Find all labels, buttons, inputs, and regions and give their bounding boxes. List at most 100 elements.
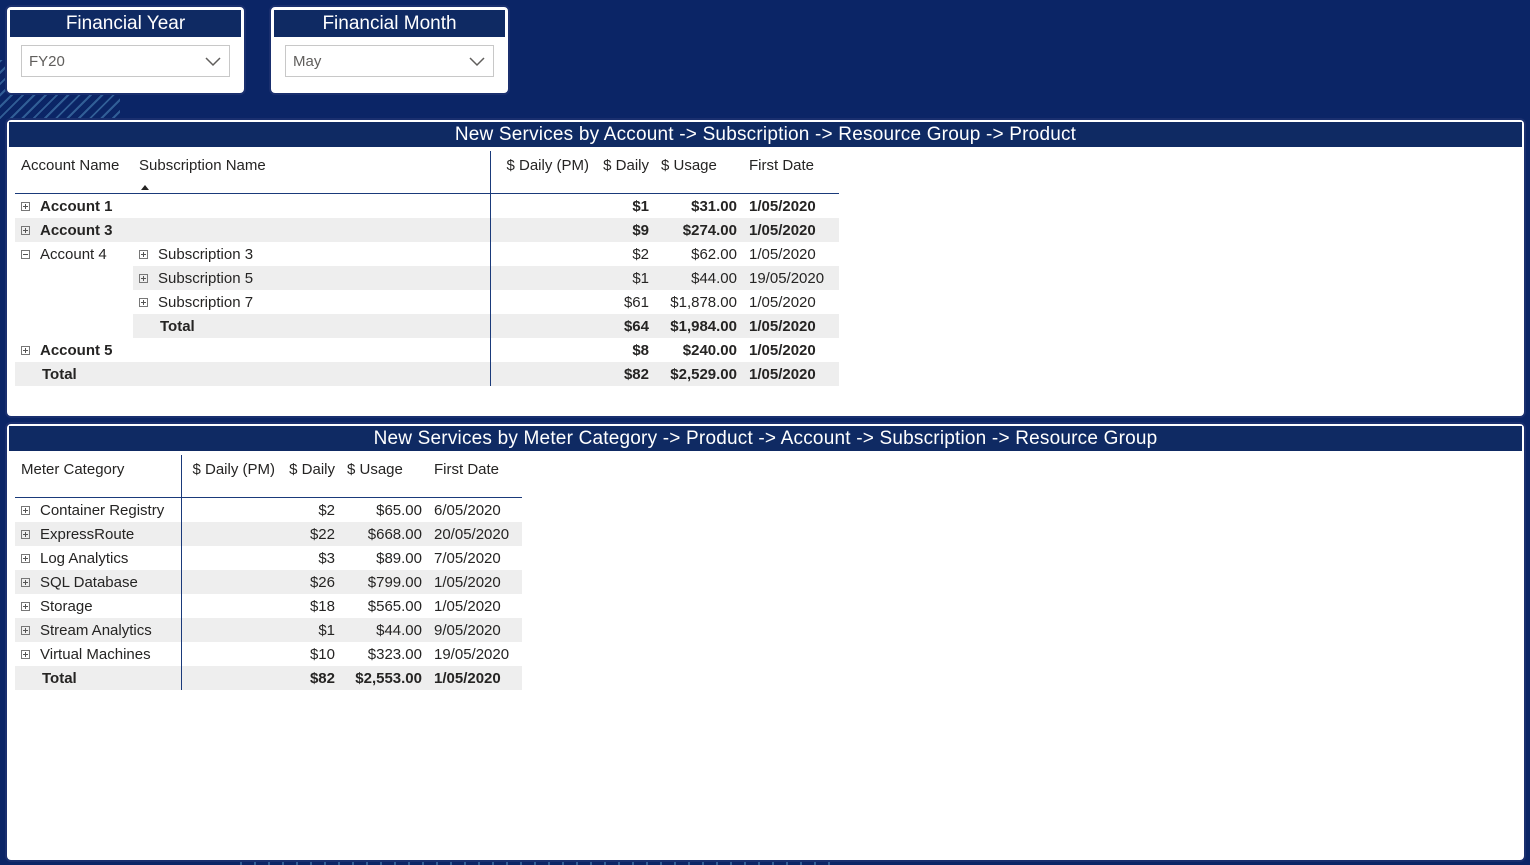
expand-icon[interactable] bbox=[21, 202, 30, 212]
expand-icon[interactable] bbox=[139, 298, 148, 308]
first-date-cell: 7/05/2020 bbox=[434, 549, 501, 567]
daily-pm-cell bbox=[181, 618, 281, 642]
usage-cell: $668.00 bbox=[341, 522, 428, 546]
usage-cell: $565.00 bbox=[367, 597, 422, 615]
subscription-cell bbox=[133, 338, 491, 362]
daily-cell: $8 bbox=[632, 341, 649, 359]
expand-icon[interactable] bbox=[139, 250, 148, 260]
expand-icon[interactable] bbox=[21, 554, 30, 564]
daily-pm-cell bbox=[490, 290, 595, 314]
financial-year-slicer: Financial Year FY20 bbox=[5, 5, 246, 95]
meter-category-matrix-table: Meter Category $ Daily (PM) $ Daily $ Us… bbox=[15, 455, 522, 690]
column-header[interactable]: $ Daily bbox=[595, 151, 655, 194]
daily-pm-cell bbox=[181, 666, 281, 690]
daily-cell: $1 bbox=[595, 266, 655, 290]
account-cell: Total bbox=[15, 362, 133, 386]
first-date-cell: 1/05/2020 bbox=[749, 245, 816, 263]
first-date-cell: 1/05/2020 bbox=[743, 218, 839, 242]
column-header[interactable]: $ Daily (PM) bbox=[181, 455, 281, 498]
meter-category-cell: SQL Database bbox=[15, 570, 182, 594]
meter-category-cell: Log Analytics bbox=[15, 546, 182, 570]
column-header[interactable]: Subscription Name bbox=[133, 151, 491, 194]
usage-cell: $44.00 bbox=[341, 618, 428, 642]
table-row: Virtual Machines $10 $323.00 19/05/2020 bbox=[15, 642, 522, 666]
column-header[interactable]: First Date bbox=[428, 455, 522, 498]
expand-icon[interactable] bbox=[21, 506, 30, 516]
expand-icon[interactable] bbox=[21, 346, 30, 356]
account-cell: Account 4 bbox=[15, 242, 133, 266]
table-total-row: Total $82 $2,553.00 1/05/2020 bbox=[15, 666, 522, 690]
usage-cell: $44.00 bbox=[655, 266, 743, 290]
daily-cell: $26 bbox=[281, 570, 341, 594]
dropdown-value: May bbox=[293, 53, 322, 70]
daily-pm-cell bbox=[490, 314, 595, 338]
daily-cell: $61 bbox=[623, 293, 649, 311]
column-header[interactable]: $ Usage bbox=[341, 455, 428, 498]
financial-month-dropdown[interactable]: May bbox=[285, 45, 494, 77]
usage-cell: $62.00 bbox=[691, 245, 737, 263]
usage-cell: $1,984.00 bbox=[655, 314, 743, 338]
account-matrix-table: Account Name Subscription Name $ Daily (… bbox=[15, 151, 839, 386]
subscription-cell: Subscription 7 bbox=[133, 290, 491, 314]
daily-cell: $82 bbox=[281, 666, 341, 690]
table-total-row: Total $82 $2,529.00 1/05/2020 bbox=[15, 362, 839, 386]
account-cell bbox=[15, 314, 133, 338]
daily-pm-cell bbox=[490, 242, 595, 266]
first-date-cell: 1/05/2020 bbox=[749, 197, 816, 215]
financial-year-dropdown[interactable]: FY20 bbox=[21, 45, 230, 77]
expand-icon[interactable] bbox=[21, 226, 30, 236]
account-cell: Account 1 bbox=[15, 194, 133, 219]
table-row: Account 4 Subscription 3 $2 $62.00 1/05/… bbox=[15, 242, 839, 266]
first-date-cell: 20/05/2020 bbox=[428, 522, 522, 546]
chevron-down-icon bbox=[469, 57, 485, 67]
column-header[interactable]: Account Name bbox=[15, 151, 133, 194]
daily-pm-cell bbox=[490, 362, 595, 386]
first-date-cell: 1/05/2020 bbox=[428, 666, 522, 690]
expand-icon[interactable] bbox=[21, 650, 30, 660]
daily-pm-cell bbox=[490, 194, 595, 219]
daily-cell: $2 bbox=[318, 501, 335, 519]
table-row: Log Analytics $3 $89.00 7/05/2020 bbox=[15, 546, 522, 570]
chevron-down-icon bbox=[205, 57, 221, 67]
column-header[interactable]: Meter Category bbox=[15, 455, 182, 498]
daily-pm-cell bbox=[181, 594, 281, 618]
expand-icon[interactable] bbox=[139, 274, 148, 284]
meter-category-cell: ExpressRoute bbox=[15, 522, 182, 546]
subscription-cell: Subscription 3 bbox=[133, 242, 491, 266]
expand-icon[interactable] bbox=[21, 602, 30, 612]
column-header[interactable]: First Date bbox=[743, 151, 839, 194]
daily-pm-cell bbox=[181, 570, 281, 594]
panel-title: New Services by Meter Category -> Produc… bbox=[9, 426, 1522, 451]
usage-cell: $274.00 bbox=[655, 218, 743, 242]
usage-cell: $323.00 bbox=[367, 645, 422, 663]
daily-pm-cell bbox=[181, 642, 281, 666]
expand-icon[interactable] bbox=[21, 530, 30, 540]
daily-cell: $22 bbox=[281, 522, 341, 546]
table-row: Subscription 5 $1 $44.00 19/05/2020 bbox=[15, 266, 839, 290]
first-date-cell: 1/05/2020 bbox=[743, 362, 839, 386]
usage-cell: $2,529.00 bbox=[655, 362, 743, 386]
daily-cell: $2 bbox=[632, 245, 649, 263]
first-date-cell: 1/05/2020 bbox=[749, 293, 816, 311]
daily-cell: $10 bbox=[309, 645, 335, 663]
table-row: Subscription 7 $61 $1,878.00 1/05/2020 bbox=[15, 290, 839, 314]
daily-cell: $3 bbox=[318, 549, 335, 567]
sort-ascending-icon bbox=[141, 185, 149, 190]
usage-cell: $2,553.00 bbox=[341, 666, 428, 690]
first-date-cell: 19/05/2020 bbox=[434, 645, 510, 663]
slicer-title: Financial Year bbox=[10, 10, 241, 37]
first-date-cell: 1/05/2020 bbox=[749, 341, 816, 359]
account-cell bbox=[15, 266, 133, 290]
daily-pm-cell bbox=[181, 522, 281, 546]
column-header[interactable]: $ Daily bbox=[281, 455, 341, 498]
first-date-cell: 9/05/2020 bbox=[428, 618, 522, 642]
expand-icon[interactable] bbox=[21, 626, 30, 636]
usage-cell: $89.00 bbox=[376, 549, 422, 567]
collapse-icon[interactable] bbox=[21, 250, 30, 260]
column-header[interactable]: $ Daily (PM) bbox=[490, 151, 595, 194]
financial-month-slicer: Financial Month May bbox=[269, 5, 510, 95]
expand-icon[interactable] bbox=[21, 578, 30, 588]
column-header[interactable]: $ Usage bbox=[655, 151, 743, 194]
usage-cell: $65.00 bbox=[376, 501, 422, 519]
usage-cell: $799.00 bbox=[341, 570, 428, 594]
